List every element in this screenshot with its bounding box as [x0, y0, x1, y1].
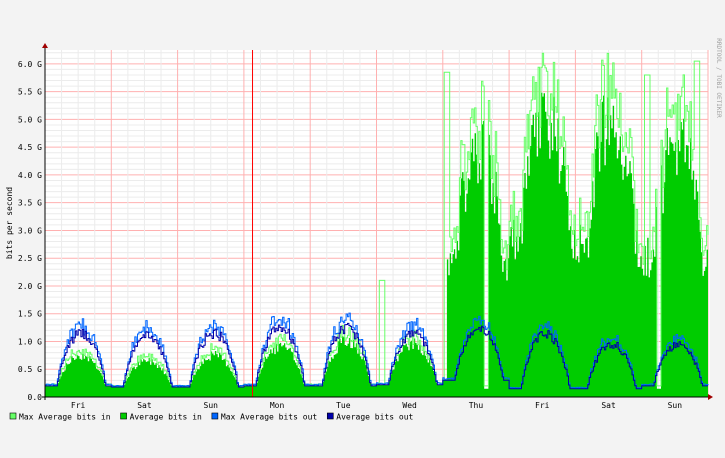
x-tick-label: Tue: [336, 401, 351, 410]
legend-swatch: [9, 412, 17, 420]
y-axis-label: bits per second: [5, 187, 14, 259]
legend-item: Average bits in: [120, 412, 202, 422]
y-tick-label: 3.0 G: [18, 226, 42, 235]
x-tick-label: Wed: [402, 401, 417, 410]
legend-swatch: [211, 412, 219, 420]
y-tick-label: 1.0 G: [18, 337, 42, 346]
x-tick-label: Fri: [535, 401, 550, 410]
x-tick-label: Sun: [668, 401, 683, 410]
y-tick-label: 6.0 G: [18, 60, 42, 69]
x-tick-label: Sat: [601, 401, 616, 410]
y-tick-label: 2.0 G: [18, 282, 42, 291]
legend-swatch: [120, 412, 127, 420]
y-tick-label: 4.5 G: [18, 143, 42, 152]
y-tick-label: 5.0 G: [18, 115, 42, 124]
y-tick-label: 4.0 G: [18, 171, 42, 180]
x-tick-label: Fri: [71, 401, 86, 410]
x-tick-label: Mon: [270, 401, 285, 410]
legend-label: Average bits in: [130, 413, 202, 422]
x-tick-label: Sun: [204, 401, 219, 410]
y-tick-label: 2.5 G: [18, 254, 42, 263]
legend-item: Max Average bits out: [211, 412, 318, 422]
y-tick-label: 5.5 G: [18, 88, 42, 97]
x-tick-label: Sat: [137, 401, 152, 410]
legend-swatch: [326, 412, 334, 420]
legend-label: Max Average bits out: [221, 413, 318, 422]
y-tick-label: 3.5 G: [18, 199, 42, 208]
legend-label: Max Average bits in: [19, 413, 111, 422]
watermark: RRDTOOL / TOBI OETIKER: [715, 38, 722, 118]
legend-label: Average bits out: [336, 413, 413, 422]
legend-item: Max Average bits in: [9, 412, 111, 422]
y-tick-label: 1.5 G: [18, 310, 42, 319]
y-tick-label: 0.5 G: [18, 365, 42, 374]
legend-item: Average bits out: [326, 412, 414, 422]
rrd-traffic-graph: 0.0 0.5 G 1.0 G 1.5 G 2.0 G 2.5 G 3.0 G 3.5 G 4.…: [0, 0, 725, 458]
x-tick-label: Thu: [469, 401, 484, 410]
y-tick-label: 0.0: [28, 393, 43, 402]
